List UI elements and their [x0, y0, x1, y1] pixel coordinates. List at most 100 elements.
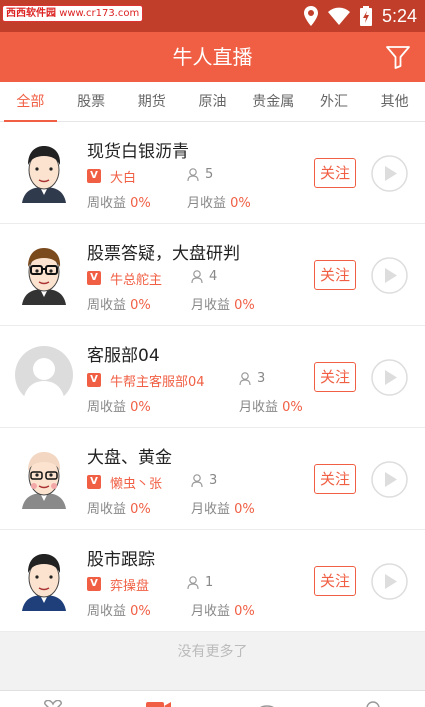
person-icon — [191, 474, 203, 487]
verified-badge-icon: V — [87, 169, 101, 183]
location-icon — [303, 6, 318, 26]
month-return: 月收益 0% — [187, 192, 251, 211]
avatar[interactable] — [14, 343, 74, 407]
host-name[interactable]: 大白 — [110, 167, 136, 186]
item-stats: 周收益 0% 月收益 0% — [87, 396, 303, 415]
fans-count: 3 — [191, 473, 217, 488]
item-stats: 周收益 0% 月收益 0% — [87, 294, 255, 313]
wifi-icon — [327, 7, 350, 25]
tab-3[interactable]: 原油 — [182, 82, 243, 121]
fans-number: 3 — [209, 473, 218, 488]
item-meta: V 牛帮主客服部04 3 — [87, 371, 265, 390]
category-tabs: 全部 股票 期货 原油 贵金属 外汇 其他 — [0, 82, 425, 122]
status-icons: 5:24 — [303, 0, 417, 32]
week-return-label: 周收益 — [87, 298, 127, 313]
month-return-label: 月收益 — [191, 502, 231, 517]
verified-badge-icon: V — [87, 475, 101, 489]
clock: 5:24 — [381, 5, 417, 26]
profile-nav-icon[interactable] — [360, 700, 386, 707]
video-nav-icon[interactable] — [146, 700, 172, 707]
follow-button[interactable]: 关注 — [314, 260, 356, 290]
tab-2[interactable]: 期货 — [121, 82, 182, 121]
watermark-name: 西西软件园 — [6, 8, 56, 19]
avatar[interactable] — [14, 139, 74, 203]
item-stats: 周收益 0% 月收益 0% — [87, 600, 255, 619]
person-icon — [187, 168, 199, 181]
host-name[interactable]: 牛帮主客服部04 — [110, 371, 205, 390]
month-return-value: 0% — [282, 400, 303, 415]
play-icon[interactable] — [371, 461, 408, 498]
play-icon[interactable] — [371, 155, 408, 192]
play-icon[interactable] — [371, 359, 408, 396]
follow-button[interactable]: 关注 — [314, 566, 356, 596]
status-bar: 西西软件园 www.cr173.com 5:24 — [0, 0, 425, 32]
month-return-label: 月收益 — [187, 196, 227, 211]
fans-count: 4 — [191, 269, 217, 284]
follow-button[interactable]: 关注 — [314, 158, 356, 188]
item-title: 现货白银沥青 — [87, 142, 189, 162]
tab-6[interactable]: 其他 — [364, 82, 425, 121]
item-title: 股市跟踪 — [87, 550, 155, 570]
tab-1[interactable]: 股票 — [61, 82, 122, 121]
play-icon[interactable] — [371, 563, 408, 600]
month-return-value: 0% — [234, 298, 255, 313]
person-icon — [239, 372, 251, 385]
watermark-url: www.cr173.com — [59, 8, 140, 19]
week-return-label: 周收益 — [87, 196, 127, 211]
battery-icon — [359, 6, 372, 26]
item-stats: 周收益 0% 月收益 0% — [87, 192, 251, 211]
bottom-nav — [0, 690, 425, 707]
tab-4[interactable]: 贵金属 — [243, 82, 304, 121]
discover-nav-icon[interactable] — [254, 700, 280, 707]
month-return-value: 0% — [230, 196, 251, 211]
week-return-label: 周收益 — [87, 604, 127, 619]
list-item[interactable]: 股市跟踪 V 弈操盘 1 周收益 0% 月收益 0% 关注 — [0, 530, 425, 632]
tab-0[interactable]: 全部 — [0, 82, 61, 122]
tab-5[interactable]: 外汇 — [304, 82, 365, 121]
watermark: 西西软件园 www.cr173.com — [2, 5, 144, 22]
list-item[interactable]: 现货白银沥青 V 大白 5 周收益 0% 月收益 0% 关注 — [0, 122, 425, 224]
list-item[interactable]: 股票答疑，大盘研判 V 牛总舵主 4 周收益 0% 月收益 0% 关注 — [0, 224, 425, 326]
month-return-label: 月收益 — [191, 298, 231, 313]
month-return-value: 0% — [234, 502, 255, 517]
week-return-value: 0% — [130, 502, 151, 517]
week-return-value: 0% — [130, 298, 151, 313]
avatar[interactable] — [14, 445, 74, 509]
avatar[interactable] — [14, 547, 74, 611]
follow-button[interactable]: 关注 — [314, 362, 356, 392]
fans-count: 5 — [187, 167, 213, 182]
host-name[interactable]: 弈操盘 — [110, 575, 149, 594]
month-return: 月收益 0% — [239, 396, 303, 415]
avatar[interactable] — [14, 241, 74, 305]
item-meta: V 弈操盘 1 — [87, 575, 213, 594]
host-name[interactable]: 懒虫丶张 — [110, 473, 162, 492]
week-return-label: 周收益 — [87, 400, 127, 415]
week-return-label: 周收益 — [87, 502, 127, 517]
filter-icon[interactable] — [385, 44, 411, 70]
month-return: 月收益 0% — [191, 294, 255, 313]
no-more-text: 没有更多了 — [177, 644, 248, 660]
follow-button[interactable]: 关注 — [314, 464, 356, 494]
month-return-label: 月收益 — [191, 604, 231, 619]
week-return-value: 0% — [130, 196, 151, 211]
verified-badge-icon: V — [87, 373, 101, 387]
month-return-value: 0% — [234, 604, 255, 619]
person-icon — [191, 270, 203, 283]
verified-badge-icon: V — [87, 271, 101, 285]
fans-count: 1 — [187, 575, 213, 590]
item-title: 股票答疑，大盘研判 — [87, 244, 240, 264]
list-item[interactable]: 大盘、黄金 V 懒虫丶张 3 周收益 0% 月收益 0% 关注 — [0, 428, 425, 530]
page-title: 牛人直播 — [172, 45, 253, 69]
item-meta: V 懒虫丶张 3 — [87, 473, 217, 492]
host-name[interactable]: 牛总舵主 — [110, 269, 162, 288]
play-icon[interactable] — [371, 257, 408, 294]
week-return-value: 0% — [130, 604, 151, 619]
live-list: 现货白银沥青 V 大白 5 周收益 0% 月收益 0% 关注 股票答疑，大盘研判 V 牛总舵主 4 周… — [0, 122, 425, 632]
item-title: 大盘、黄金 — [87, 448, 172, 468]
heart-nav-icon[interactable] — [40, 700, 66, 707]
item-stats: 周收益 0% 月收益 0% — [87, 498, 255, 517]
fans-number: 3 — [257, 371, 266, 386]
list-item[interactable]: 客服部04 V 牛帮主客服部04 3 周收益 0% 月收益 0% 关注 — [0, 326, 425, 428]
month-return: 月收益 0% — [191, 498, 255, 517]
fans-count: 3 — [239, 371, 265, 386]
